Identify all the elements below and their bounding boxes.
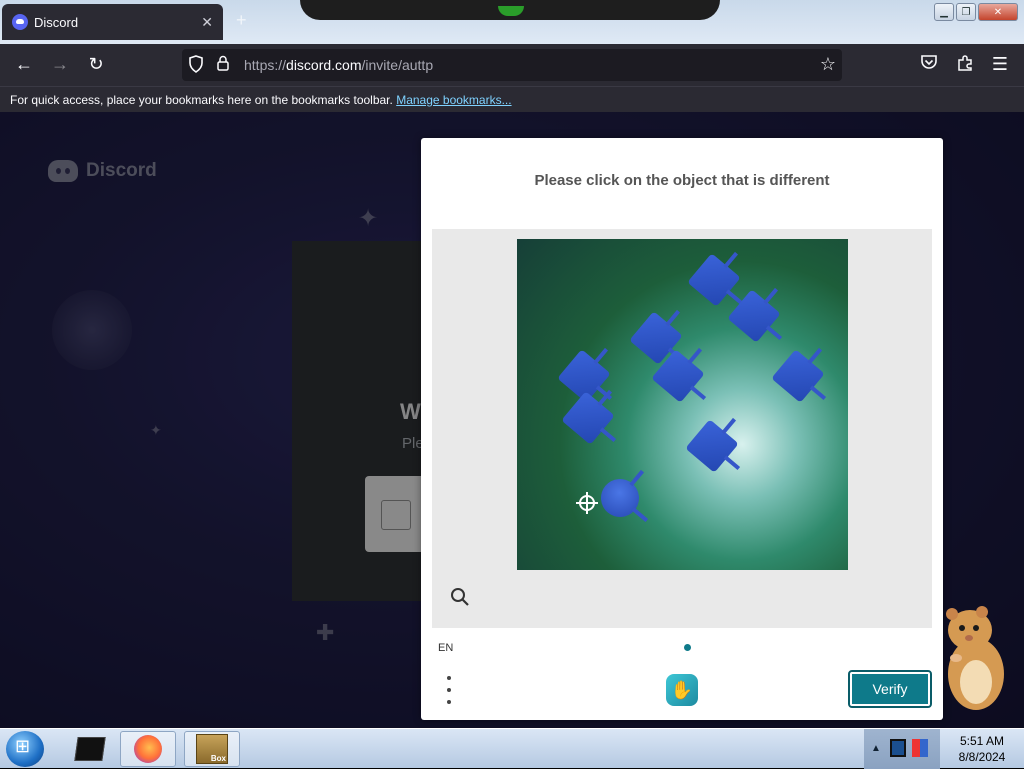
browser-titlebar: Discord ✕ + ▁ ❐ ✕	[0, 0, 1024, 44]
captcha-object[interactable]	[685, 419, 739, 473]
navigation-toolbar: ← → ↻ https://discord.com/invite/auttp ☆…	[0, 44, 1024, 86]
captcha-dialog: Please click on the object that is diffe…	[421, 138, 943, 720]
forward-icon[interactable]: →	[49, 54, 71, 75]
shield-icon[interactable]	[188, 55, 204, 78]
network-icon[interactable]	[912, 739, 928, 757]
url-text: https://discord.com/invite/auttp	[244, 57, 434, 73]
tab-title: Discord	[34, 14, 79, 30]
captcha-challenge-area	[432, 229, 932, 628]
start-button[interactable]	[6, 731, 44, 767]
clock[interactable]: 5:51 AM 8/8/2024	[940, 733, 1024, 765]
discord-favicon-icon	[12, 14, 28, 30]
system-tray: ▲	[864, 729, 940, 769]
box-app-icon	[196, 734, 228, 764]
terminal-icon	[74, 737, 106, 761]
tray-expand-icon[interactable]: ▲	[871, 743, 881, 754]
reload-icon[interactable]: ↻	[85, 54, 107, 75]
clock-time: 5:51 AM	[959, 734, 1005, 748]
captcha-object[interactable]	[687, 253, 741, 307]
captcha-object[interactable]	[561, 391, 615, 445]
clock-date: 8/8/2024	[958, 750, 1006, 764]
window-controls: ▁ ❐ ✕	[934, 3, 1018, 21]
star-icon[interactable]: ☆	[820, 54, 836, 75]
new-tab-icon[interactable]: +	[236, 10, 247, 31]
language-selector[interactable]: EN	[438, 642, 453, 654]
captcha-object[interactable]	[771, 349, 825, 403]
kebab-menu-icon[interactable]	[445, 676, 453, 704]
taskbar-firefox[interactable]	[120, 731, 176, 767]
captcha-prompt: Please click on the object that is diffe…	[534, 172, 830, 189]
close-window-button[interactable]: ✕	[978, 3, 1018, 21]
crosshair-icon	[576, 492, 598, 514]
tab-discord[interactable]: Discord ✕	[2, 4, 223, 40]
taskbar-terminal[interactable]	[62, 731, 118, 767]
zoom-icon[interactable]	[450, 587, 470, 607]
captcha-object-different[interactable]	[593, 471, 647, 525]
monitor-icon[interactable]	[890, 739, 906, 757]
extensions-icon[interactable]	[954, 54, 976, 77]
menu-icon[interactable]: ☰	[989, 54, 1011, 75]
verify-button[interactable]: Verify	[848, 670, 932, 708]
lock-icon[interactable]	[216, 55, 230, 75]
bookmarks-message: For quick access, place your bookmarks h…	[10, 93, 393, 107]
minimize-button[interactable]: ▁	[934, 3, 954, 21]
pocket-icon[interactable]	[918, 54, 940, 75]
firefox-icon	[134, 735, 162, 763]
captcha-image[interactable]	[517, 239, 848, 570]
window-ornament	[300, 0, 720, 20]
hcaptcha-logo-icon: ✋	[666, 674, 698, 706]
bookmarks-toolbar: For quick access, place your bookmarks h…	[0, 86, 1024, 112]
windows-taskbar: ▲ 5:51 AM 8/8/2024	[0, 728, 1024, 769]
back-icon[interactable]: ←	[13, 54, 35, 75]
manage-bookmarks-link[interactable]: Manage bookmarks...	[396, 93, 511, 107]
url-bar[interactable]: https://discord.com/invite/auttp ☆	[182, 49, 842, 81]
restore-button[interactable]: ❐	[956, 3, 976, 21]
hamster-mascot	[946, 606, 1004, 710]
taskbar-box-app[interactable]	[184, 731, 240, 767]
challenge-progress-dot	[684, 644, 691, 651]
tab-close-icon[interactable]: ✕	[201, 14, 213, 31]
